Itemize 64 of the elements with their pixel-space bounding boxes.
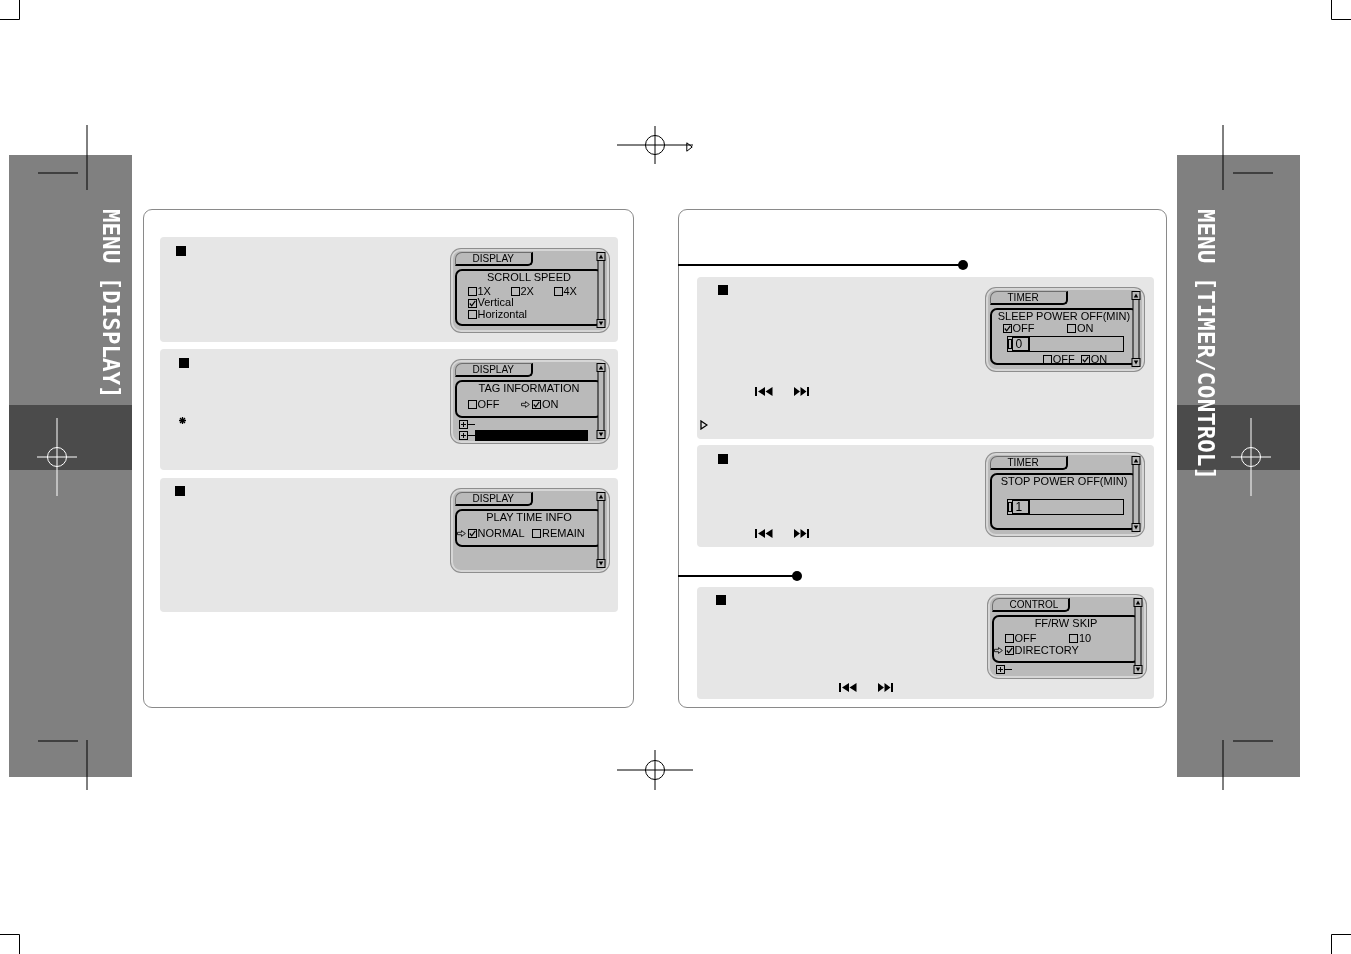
option-label: ON [1090, 354, 1108, 366]
screen-heading: TIMER [989, 455, 1068, 470]
option-label: 10 [1079, 633, 1092, 645]
dialog-title: STOP POWER OFF(MIN) [999, 474, 1129, 488]
square-bullet-icon [717, 284, 728, 295]
option-label: 4X [563, 285, 577, 298]
screen-heading: DISPLAY [454, 362, 533, 377]
square-bullet-icon [717, 453, 728, 464]
option-label: Vertical [477, 297, 514, 309]
dialog-title: TAG INFORMATION [477, 381, 581, 395]
square-bullet-icon [715, 594, 726, 605]
option-label: OFF [1014, 633, 1037, 645]
option-label: REMAIN [542, 527, 585, 540]
triangle-outline-icon [686, 142, 693, 152]
play-outline-icon [699, 419, 708, 430]
slider-thumb: 1 [1007, 500, 1030, 514]
crop-mark [1331, 0, 1351, 20]
crop-mark [1222, 125, 1224, 190]
option-label: ON [542, 398, 559, 411]
registration-mark-icon [617, 126, 693, 164]
tree-node-icon [458, 430, 475, 440]
crop-mark [86, 740, 88, 790]
option-label: 1X [477, 285, 491, 298]
skip-back-icon [838, 682, 857, 692]
dialog-title: FF/RW SKIP [1033, 616, 1099, 630]
crop-mark [38, 740, 78, 742]
skip-forward-icon [793, 386, 809, 396]
square-bullet-icon [174, 485, 185, 496]
dialog-title: PLAY TIME INFO [485, 510, 573, 524]
crop-mark [1233, 740, 1273, 742]
registration-mark-icon [1231, 418, 1271, 496]
asterisk-icon [178, 416, 186, 424]
dialog-title: SCROLL SPEED [486, 270, 572, 284]
crop-mark [86, 125, 88, 190]
option-label: 2X [520, 285, 534, 298]
option-label: DIRECTORY [1014, 644, 1079, 656]
option-label: ON [1077, 322, 1094, 334]
option-label: Horizontal [477, 308, 528, 321]
option-label: OFF [1012, 322, 1035, 334]
option-label: OFF [1052, 354, 1075, 366]
screen-heading: TIMER [989, 290, 1068, 305]
skip-back-icon [754, 528, 773, 538]
screen-heading: DISPLAY [454, 491, 533, 506]
crop-mark [0, 934, 20, 954]
skip-back-icon [754, 386, 773, 396]
crop-mark [1222, 740, 1224, 790]
dialog-title: SLEEP POWER OFF(MIN) [996, 309, 1132, 323]
crop-mark [1233, 172, 1273, 174]
registration-mark-icon [37, 418, 77, 496]
section-title: MENU [DISPLAY] [100, 209, 122, 399]
crop-mark [1331, 934, 1351, 954]
square-bullet-icon [175, 245, 186, 256]
crop-mark [38, 172, 78, 174]
screen-heading: DISPLAY [454, 251, 533, 266]
crop-mark [0, 0, 20, 20]
section-title: MENU [TIMER/CONTROL] [1195, 209, 1217, 480]
screen-heading: CONTROL [991, 597, 1070, 612]
skip-forward-icon [877, 682, 893, 692]
registration-mark-icon [617, 750, 693, 790]
skip-forward-icon [793, 528, 809, 538]
square-bullet-icon [178, 357, 189, 368]
option-label: NORMAL [477, 527, 525, 540]
option-label: OFF [477, 398, 500, 411]
slider-thumb: 0 [1007, 337, 1030, 351]
